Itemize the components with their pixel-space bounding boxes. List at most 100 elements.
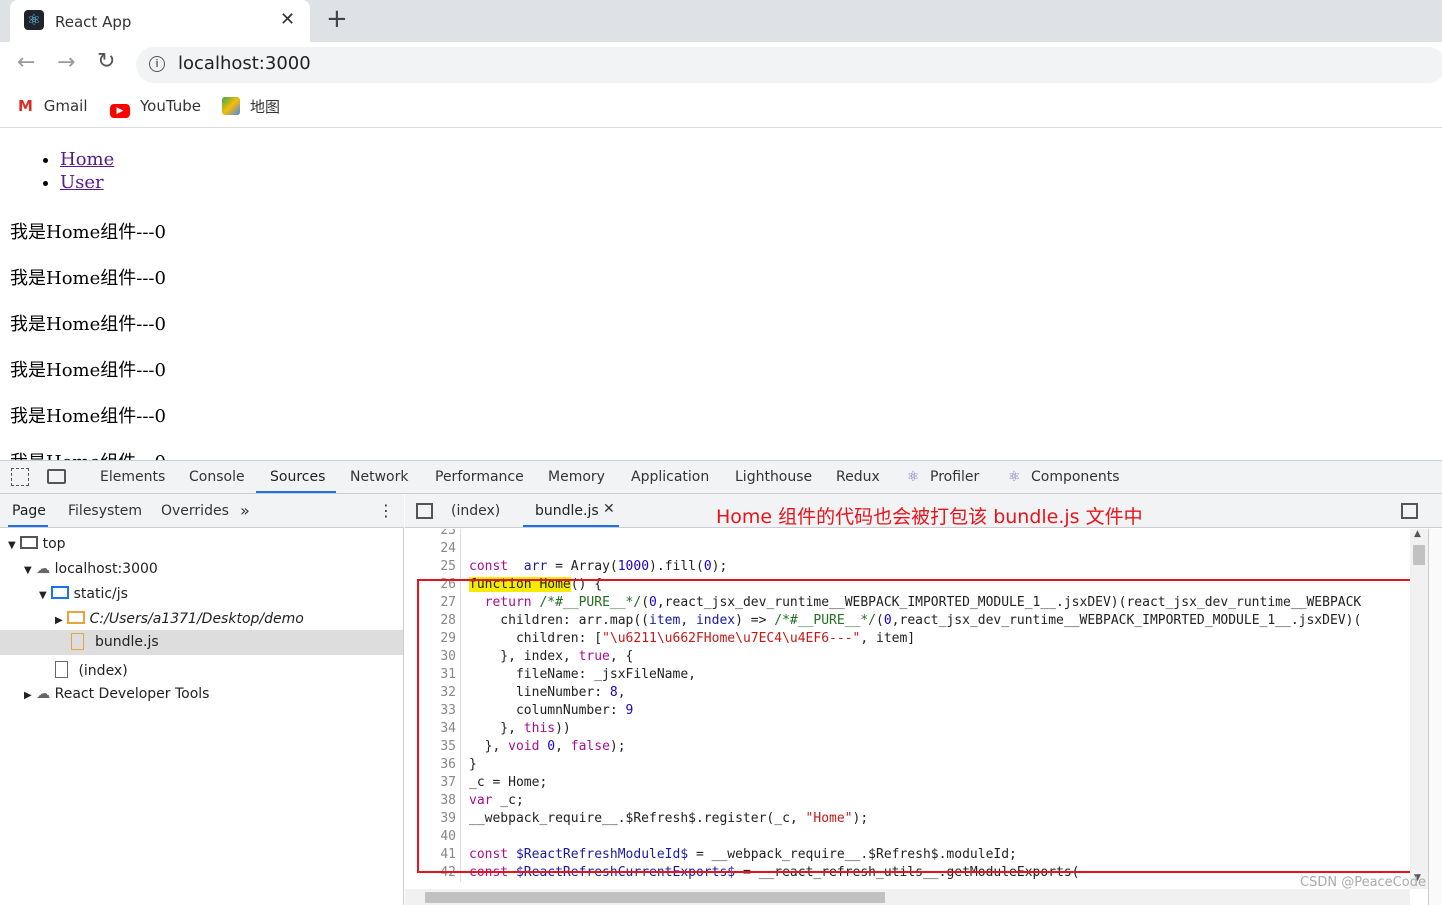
frame-icon — [20, 536, 39, 549]
user-link[interactable]: User — [60, 172, 104, 193]
expand-arrow-icon: ▶ — [24, 690, 32, 701]
active-tab-indicator — [8, 525, 48, 527]
vertical-scrollbar[interactable]: ▲ ▼ — [1410, 529, 1428, 889]
editor-tab-bundle-js[interactable]: bundle.js — [535, 503, 599, 519]
tab-sources[interactable]: Sources — [270, 469, 325, 485]
tree-item-react-devtools[interactable]: ▶ ☁ React Developer Tools — [24, 686, 209, 702]
bookmark-label: Gmail — [43, 97, 88, 115]
tab-console[interactable]: Console — [189, 469, 245, 485]
line-number[interactable]: 24 — [405, 540, 461, 558]
annotation-box — [417, 579, 1412, 873]
home-link[interactable]: Home — [60, 149, 114, 170]
tab-profiler[interactable]: Profiler — [930, 469, 979, 485]
home-item: 我是Home组件---0 — [10, 360, 166, 381]
expand-arrow-icon: ▶ — [55, 615, 63, 626]
scroll-up-icon[interactable]: ▲ — [1414, 529, 1421, 539]
tab-application[interactable]: Application — [631, 469, 709, 485]
tab-performance[interactable]: Performance — [435, 469, 524, 485]
tab-page[interactable]: Page — [12, 503, 46, 519]
home-item: 我是Home组件---0 — [10, 448, 166, 460]
tree-label: React Developer Tools — [54, 686, 210, 702]
tab-components[interactable]: Components — [1031, 469, 1120, 485]
page-content: Home User 我是Home组件---0 我是Home组件---0 我是Ho… — [0, 129, 1442, 460]
expand-arrow-icon: ▼ — [39, 590, 47, 601]
more-options-icon[interactable]: ⋮ — [378, 501, 394, 520]
tab-memory[interactable]: Memory — [548, 469, 605, 485]
tree-item-localhost[interactable]: ▼ ☁ localhost:3000 — [24, 561, 158, 577]
tab-lighthouse[interactable]: Lighthouse — [735, 469, 812, 485]
bookmark-youtube[interactable]: ▶ YouTube — [110, 97, 201, 118]
code-token: ); — [711, 559, 728, 574]
expand-arrow-icon: ▼ — [24, 565, 32, 576]
back-icon[interactable]: ← — [17, 50, 35, 75]
more-tabs-icon[interactable]: » — [240, 501, 250, 520]
browser-tab[interactable]: ⚛ React App ✕ — [10, 0, 310, 42]
file-icon — [71, 633, 84, 650]
toggle-debugger-icon[interactable] — [1401, 503, 1418, 519]
devtools-tabbar: Elements Console Sources Network Perform… — [0, 461, 1442, 494]
navigator-tabs: Page Filesystem Overrides » ⋮ — [0, 494, 404, 528]
address-bar[interactable]: i localhost:3000 — [136, 47, 1442, 83]
editor-tabs: (index) bundle.js ✕ Home 组件的代码也会被打包该 bun… — [405, 494, 1442, 528]
close-tab-icon[interactable]: ✕ — [603, 501, 615, 517]
react-favicon-icon: ⚛ — [24, 10, 44, 30]
expand-arrow-icon: ▼ — [8, 540, 16, 551]
tree-item-demo-folder[interactable]: ▶ C:/Users/a1371/Desktop/demo — [55, 611, 304, 627]
tab-overrides[interactable]: Overrides — [161, 503, 229, 519]
tree-label: static/js — [73, 586, 128, 602]
code-token: 0 — [703, 559, 712, 574]
bookmark-label: YouTube — [140, 97, 201, 115]
file-icon — [55, 661, 68, 678]
toggle-navigator-icon[interactable] — [416, 503, 433, 519]
line-number[interactable]: 25 — [405, 558, 461, 576]
scrollbar-thumb[interactable] — [1413, 545, 1425, 565]
url-text: localhost:3000 — [178, 53, 311, 74]
bookmark-maps[interactable]: 地图 — [222, 96, 280, 117]
tab-elements[interactable]: Elements — [100, 469, 165, 485]
tab-filesystem[interactable]: Filesystem — [68, 503, 142, 519]
home-item: 我是Home组件---0 — [10, 406, 166, 427]
tree-label: bundle.js — [95, 634, 159, 650]
home-item: 我是Home组件---0 — [10, 268, 166, 289]
tree-item-top[interactable]: ▼ top — [8, 536, 66, 552]
nav-item-home: Home — [60, 149, 114, 172]
tree-label: top — [42, 536, 66, 552]
tree-item-static-js[interactable]: ▼ static/js — [39, 586, 128, 602]
scrollbar-thumb[interactable] — [425, 892, 885, 903]
debugger-sidebar — [1428, 529, 1442, 905]
close-tab-icon[interactable]: ✕ — [280, 9, 295, 30]
nav-list: Home User — [60, 149, 114, 193]
code-line: const arr = Array(1000).fill(0); — [469, 558, 727, 576]
react-icon: ⚛ — [1008, 469, 1021, 485]
tab-network[interactable]: Network — [350, 469, 408, 485]
code-editor: (index) bundle.js ✕ Home 组件的代码也会被打包该 bun… — [405, 494, 1442, 905]
bookmark-gmail[interactable]: M Gmail — [18, 97, 87, 115]
horizontal-scrollbar[interactable] — [405, 889, 1410, 905]
home-item: 我是Home组件---0 — [10, 314, 166, 335]
watermark: CSDN @PeaceCode — [1300, 875, 1426, 890]
inspect-element-icon[interactable] — [11, 468, 29, 486]
annotation-text: Home 组件的代码也会被打包该 bundle.js 文件中 — [716, 506, 1143, 528]
cloud-icon: ☁ — [36, 686, 51, 702]
line-number[interactable]: 23 — [405, 529, 461, 540]
bookmark-label: 地图 — [250, 98, 281, 116]
sources-navigator: Page Filesystem Overrides » ⋮ ▼ top ▼ ☁ … — [0, 494, 404, 905]
maps-icon — [222, 97, 240, 115]
react-icon: ⚛ — [907, 469, 920, 485]
forward-icon[interactable]: → — [57, 50, 75, 75]
folder-icon — [51, 586, 70, 599]
tree-item-index[interactable]: (index) — [55, 661, 128, 679]
new-tab-icon[interactable]: + — [326, 4, 348, 34]
active-tab-indicator — [256, 491, 336, 493]
gmail-icon: M — [18, 97, 33, 115]
tree-item-bundle-js[interactable]: bundle.js — [0, 630, 403, 655]
code-token: arr — [523, 559, 548, 574]
tab-redux[interactable]: Redux — [836, 469, 880, 485]
device-toolbar-icon[interactable] — [47, 469, 66, 484]
reload-icon[interactable]: ↻ — [97, 49, 115, 74]
editor-tab-index[interactable]: (index) — [451, 503, 500, 519]
info-icon: i — [149, 56, 165, 72]
cloud-icon: ☁ — [36, 561, 51, 577]
code-token: = Array( — [547, 559, 618, 574]
